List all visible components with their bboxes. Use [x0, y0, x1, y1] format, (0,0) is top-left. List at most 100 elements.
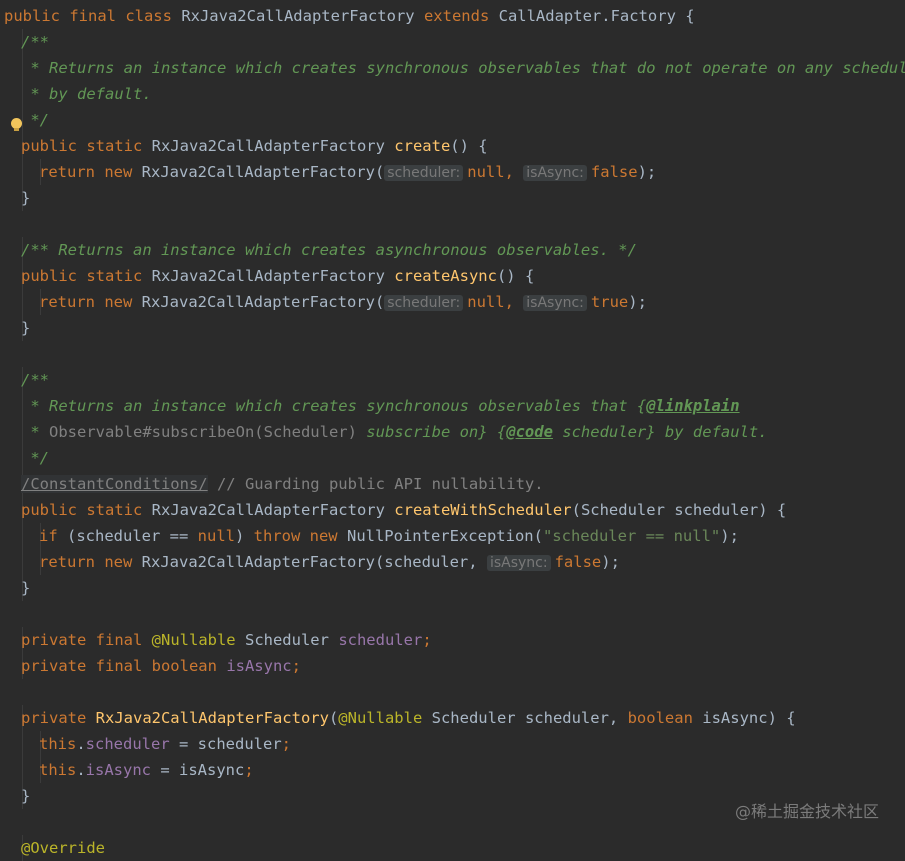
code-text: private final boolean isAsync; [21, 653, 301, 679]
code-token: RxJava2CallAdapterFactory [151, 267, 395, 285]
code-text: private final @Nullable Scheduler schedu… [21, 627, 432, 653]
code-token: * Returns an instance which creates sync… [21, 59, 905, 77]
code-token: boolean [627, 709, 703, 727]
code-editor[interactable]: public final class RxJava2CallAdapterFac… [0, 0, 905, 861]
code-token: * [21, 423, 49, 441]
code-token: scheduler} by default. [552, 423, 768, 441]
code-text: /** [21, 29, 49, 55]
indent-guide [22, 289, 23, 315]
code-text: * Observable#subscribeOn(Scheduler) subs… [21, 419, 768, 445]
code-token: RxJava2CallAdapterFactory( [141, 293, 385, 311]
code-token: public static [21, 137, 152, 155]
indent-guide [22, 731, 23, 757]
code-text: */ [21, 107, 49, 133]
code-token: NullPointerException( [346, 527, 543, 545]
code-token: this [39, 735, 77, 753]
code-token: @linkplain [646, 397, 740, 415]
code-token: RxJava2CallAdapterFactory [151, 501, 395, 519]
code-line[interactable]: private final @Nullable Scheduler schedu… [0, 627, 905, 653]
code-token: RxJava2CallAdapterFactory( [141, 163, 385, 181]
watermark: @稀土掘金技术社区 [734, 802, 879, 821]
code-text: return new RxJava2CallAdapterFactory(sch… [39, 549, 620, 576]
code-line[interactable]: } [0, 315, 905, 341]
code-line[interactable]: public static RxJava2CallAdapterFactory … [0, 497, 905, 523]
code-token: CallAdapter.Factory { [498, 7, 695, 25]
code-text: * by default. [21, 81, 151, 107]
code-token: @code [506, 423, 553, 441]
code-token: null, [467, 163, 524, 181]
code-text: } [21, 575, 30, 601]
code-line[interactable]: /** Returns an instance which creates as… [0, 237, 905, 263]
code-line[interactable]: return new RxJava2CallAdapterFactory(sch… [0, 159, 905, 185]
code-token: * Returns an instance which creates sync… [21, 397, 647, 415]
code-line[interactable]: this.isAsync = isAsync; [0, 757, 905, 783]
code-line[interactable]: * by default. [0, 81, 905, 107]
code-line[interactable]: return new RxJava2CallAdapterFactory(sch… [0, 549, 905, 575]
code-token: RxJava2CallAdapterFactory [151, 137, 395, 155]
code-token: } [21, 319, 31, 337]
code-text: return new RxJava2CallAdapterFactory(sch… [39, 289, 647, 316]
code-token: Scheduler [244, 631, 339, 649]
code-token: } [21, 189, 31, 207]
code-token: @Nullable [151, 631, 245, 649]
code-line[interactable]: /ConstantConditions/ // Guarding public … [0, 471, 905, 497]
code-token: public static [21, 267, 152, 285]
code-line[interactable]: this.scheduler = scheduler; [0, 731, 905, 757]
code-token: if [39, 527, 67, 545]
code-text: } [21, 315, 30, 341]
code-line[interactable]: return new RxJava2CallAdapterFactory(sch… [0, 289, 905, 315]
code-line[interactable]: public static RxJava2CallAdapterFactory … [0, 133, 905, 159]
code-token: Observable#subscribeOn(Scheduler) [49, 423, 357, 441]
code-token: public final class [4, 7, 182, 25]
code-token: /** [21, 33, 49, 51]
code-token: /ConstantConditions/ [21, 475, 208, 493]
code-line[interactable] [0, 679, 905, 705]
code-line[interactable]: public final class RxJava2CallAdapterFac… [0, 3, 905, 29]
code-text: public static RxJava2CallAdapterFactory … [21, 263, 534, 289]
code-token: /** Returns an instance which creates as… [21, 241, 637, 259]
code-text: * Returns an instance which creates sync… [21, 55, 905, 81]
code-token: . [76, 761, 86, 779]
code-token: return new [39, 553, 142, 571]
code-line[interactable]: @Override [0, 835, 905, 861]
code-token: private final [21, 631, 152, 649]
code-line[interactable] [0, 211, 905, 237]
code-line[interactable]: } [0, 185, 905, 211]
code-text: /** [21, 367, 49, 393]
code-token: false [590, 163, 638, 181]
code-text: public final class RxJava2CallAdapterFac… [4, 3, 695, 29]
code-line[interactable]: */ [0, 445, 905, 471]
code-text: * Returns an instance which creates sync… [21, 393, 740, 419]
code-token: ( [328, 709, 339, 727]
code-line[interactable]: private RxJava2CallAdapterFactory(@Nulla… [0, 705, 905, 731]
code-line[interactable] [0, 341, 905, 367]
code-token: ; [281, 735, 291, 753]
code-text: @Override [21, 835, 105, 861]
code-token: = isAsync [151, 761, 245, 779]
code-line[interactable]: public static RxJava2CallAdapterFactory … [0, 263, 905, 289]
code-line[interactable]: */ [0, 107, 905, 133]
code-token: // Guarding public API nullability. [207, 475, 544, 493]
code-line[interactable]: * Returns an instance which creates sync… [0, 55, 905, 81]
code-token: (scheduler == [67, 527, 198, 545]
code-line[interactable] [0, 601, 905, 627]
code-line[interactable]: /** [0, 367, 905, 393]
code-token: @Nullable [338, 709, 432, 727]
code-token: (Scheduler scheduler) { [571, 501, 787, 519]
code-line[interactable]: * Returns an instance which creates sync… [0, 393, 905, 419]
code-token: throw new [253, 527, 347, 545]
code-line[interactable]: private final boolean isAsync; [0, 653, 905, 679]
code-line[interactable]: } [0, 575, 905, 601]
code-token: isAsync) { [702, 709, 796, 727]
lightbulb-icon[interactable] [11, 118, 22, 131]
code-token: ; [422, 631, 432, 649]
code-line[interactable]: * Observable#subscribeOn(Scheduler) subs… [0, 419, 905, 445]
code-token: RxJava2CallAdapterFactory [181, 7, 424, 25]
indent-guide [22, 549, 23, 575]
code-token: /** [21, 371, 49, 389]
parameter-hint: scheduler: [384, 165, 464, 181]
code-line[interactable]: if (scheduler == null) throw new NullPoi… [0, 523, 905, 549]
code-text: this.isAsync = isAsync; [39, 757, 254, 783]
code-line[interactable]: /** [0, 29, 905, 55]
indent-guide [22, 523, 23, 549]
